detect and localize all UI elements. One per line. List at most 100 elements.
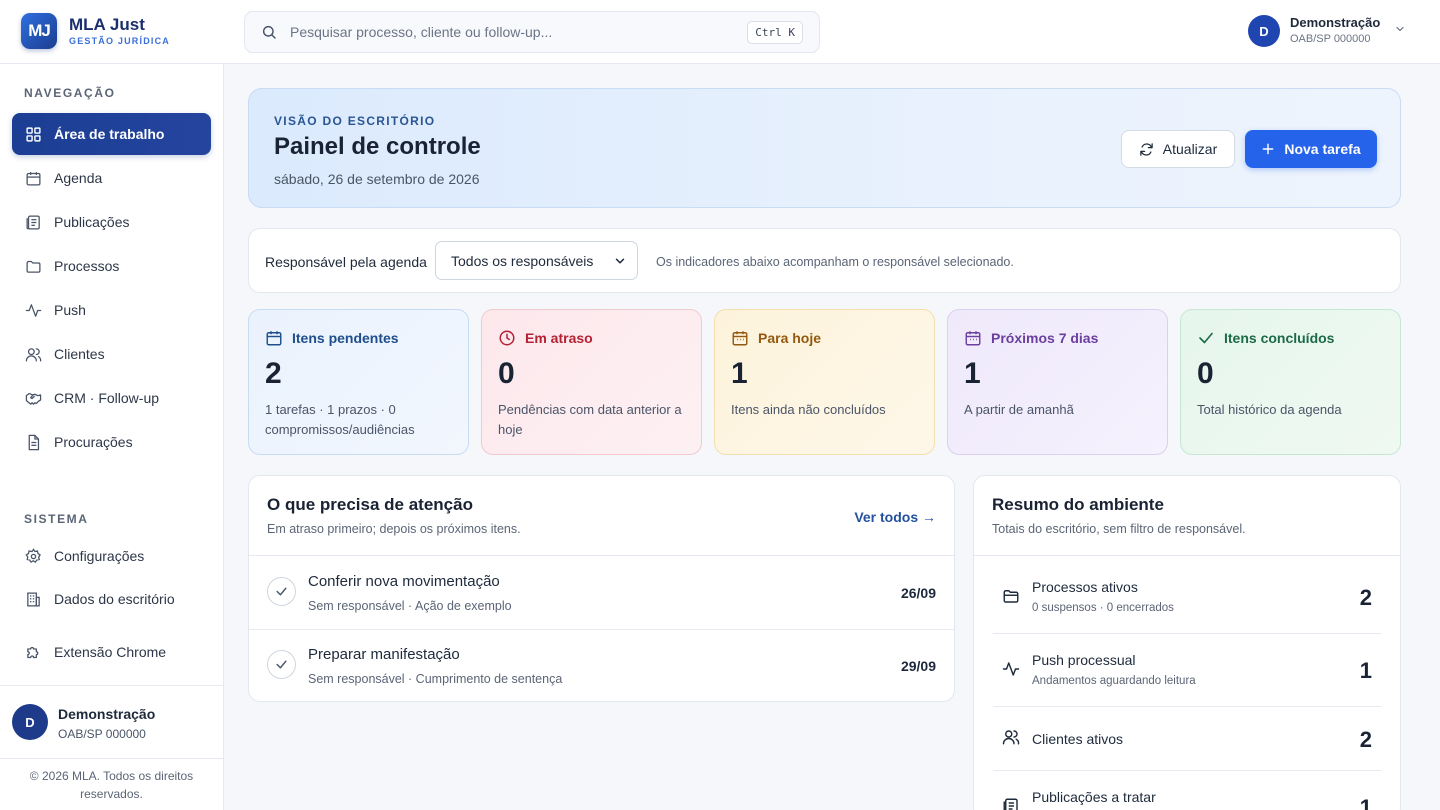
stat-title: Em atraso xyxy=(525,330,593,346)
sidebar-item-clientes[interactable]: Clientes xyxy=(12,333,211,375)
environment-row-value: 1 xyxy=(1359,795,1372,810)
stat-value: 0 xyxy=(498,357,515,390)
sidebar-item-dados-escritorio[interactable]: Dados do escritório xyxy=(12,578,211,620)
stat-card-pending[interactable]: Itens pendentes 2 1 tarefas · 1 prazos ·… xyxy=(248,309,469,455)
sidebar-item-label: Agenda xyxy=(54,170,103,186)
sidebar-item-label: Área de trabalho xyxy=(54,126,165,142)
avatar: D xyxy=(12,704,48,740)
search-icon xyxy=(261,23,279,41)
document-icon xyxy=(24,433,42,451)
responsible-filter: Responsável pela agenda Todos os respons… xyxy=(248,228,1401,293)
responsible-select[interactable]: Todos os responsáveis xyxy=(435,241,638,280)
dashboard-header: VISÃO DO ESCRITÓRIO Painel de controle s… xyxy=(248,88,1401,208)
puzzle-icon xyxy=(24,643,42,661)
environment-row-title: Push processual xyxy=(1032,652,1136,668)
sidebar-item-label: Push xyxy=(54,302,86,318)
environment-row-value: 1 xyxy=(1359,658,1372,683)
chevron-down-icon xyxy=(613,254,627,271)
stat-card-next-7-days[interactable]: Próximos 7 dias 1 A partir de amanhã xyxy=(947,309,1168,455)
calendar-icon xyxy=(965,331,981,346)
environment-row-title: Clientes ativos xyxy=(1032,731,1124,747)
sidebar-item-configuracoes[interactable]: Configurações xyxy=(12,535,211,577)
task-date: 29/09 xyxy=(900,658,936,674)
task-date: 26/09 xyxy=(900,585,936,601)
environment-summary-panel: Resumo do ambiente Totais do escritório,… xyxy=(973,475,1401,810)
attention-subtitle: Em atraso primeiro; depois os próximos i… xyxy=(267,522,521,536)
sidebar: NAVEGAÇÃO Área de trabalho Agenda Public… xyxy=(0,64,224,810)
grid-icon xyxy=(24,125,42,143)
activity-icon xyxy=(24,301,42,319)
refresh-label: Atualizar xyxy=(1162,141,1218,157)
sidebar-item-publicacoes[interactable]: Publicações xyxy=(12,201,211,243)
stat-card-overdue[interactable]: Em atraso 0 Pendências com data anterior… xyxy=(481,309,702,455)
environment-row-sub: Andamentos aguardando leitura xyxy=(1032,675,1196,687)
calendar-icon xyxy=(266,331,282,346)
task-title: Preparar manifestação xyxy=(308,646,460,663)
stat-title: Itens concluídos xyxy=(1224,330,1335,346)
environment-subtitle: Totais do escritório, sem filtro de resp… xyxy=(992,522,1246,536)
users-icon xyxy=(1002,730,1020,745)
stat-title: Próximos 7 dias xyxy=(991,330,1099,346)
brand[interactable]: MJ MLA Just GESTÃO JURÍDICA xyxy=(21,13,170,49)
sidebar-user-name: Demonstração xyxy=(58,706,156,722)
new-task-button[interactable]: Nova tarefa xyxy=(1245,130,1377,168)
sidebar-item-push[interactable]: Push xyxy=(12,289,211,331)
page-title: Painel de controle xyxy=(274,133,481,160)
sidebar-item-crm[interactable]: CRM · Follow-up xyxy=(12,377,211,419)
check-icon xyxy=(276,660,287,669)
brand-subtitle: GESTÃO JURÍDICA xyxy=(69,35,171,46)
environment-row-publicacoes[interactable]: Publicações a tratar 1 xyxy=(993,771,1381,810)
calendar-icon xyxy=(24,169,42,187)
sidebar-user[interactable]: D Demonstração OAB/SP 000000 xyxy=(0,685,223,759)
system-section-label: SISTEMA xyxy=(24,512,89,526)
stat-title: Para hoje xyxy=(758,330,822,346)
environment-title: Resumo do ambiente xyxy=(992,495,1164,514)
gear-icon xyxy=(24,547,42,565)
stat-title: Itens pendentes xyxy=(292,330,399,346)
complete-task-button[interactable] xyxy=(267,577,296,606)
folder-icon xyxy=(24,257,42,275)
stat-value: 0 xyxy=(1197,357,1214,390)
environment-row-value: 2 xyxy=(1359,585,1372,610)
stat-card-today[interactable]: Para hoje 1 Itens ainda não concluídos xyxy=(714,309,935,455)
sidebar-item-workspace[interactable]: Área de trabalho xyxy=(12,113,211,155)
stat-value: 1 xyxy=(731,357,748,390)
environment-row-push[interactable]: Push processual Andamentos aguardando le… xyxy=(993,634,1381,707)
task-meta: Sem responsável · Cumprimento de sentenç… xyxy=(308,672,563,686)
search-shortcut: Ctrl K xyxy=(747,21,803,44)
brand-logo: MJ xyxy=(21,13,57,49)
user-menu[interactable]: D Demonstração OAB/SP 000000 xyxy=(1248,15,1406,47)
stat-card-completed[interactable]: Itens concluídos 0 Total histórico da ag… xyxy=(1180,309,1401,455)
sidebar-item-extensao-chrome[interactable]: Extensão Chrome xyxy=(12,631,211,673)
complete-task-button[interactable] xyxy=(267,650,296,679)
chevron-down-icon xyxy=(1394,22,1406,40)
check-icon xyxy=(276,587,287,596)
environment-row-title: Processos ativos xyxy=(1032,579,1138,595)
environment-row-clientes[interactable]: Clientes ativos 2 xyxy=(993,707,1381,771)
sidebar-item-procuracoes[interactable]: Procurações xyxy=(12,421,211,463)
environment-row-processos[interactable]: Processos ativos 0 suspensos · 0 encerra… xyxy=(993,561,1381,634)
sidebar-item-label: Configurações xyxy=(54,548,145,564)
nav-section-label: NAVEGAÇÃO xyxy=(24,86,116,100)
sidebar-item-processos[interactable]: Processos xyxy=(12,245,211,287)
search-input[interactable] xyxy=(290,24,730,40)
stat-desc: Total histórico da agenda xyxy=(1197,402,1342,417)
attention-panel: O que precisa de atenção Em atraso prime… xyxy=(248,475,955,702)
sidebar-item-agenda[interactable]: Agenda xyxy=(12,157,211,199)
sidebar-item-label: Dados do escritório xyxy=(54,591,175,607)
environment-row-title: Publicações a tratar xyxy=(1032,789,1156,805)
task-title: Conferir nova movimentação xyxy=(308,573,500,590)
folder-icon xyxy=(1003,590,1019,603)
task-row[interactable]: Conferir nova movimentação Sem responsáv… xyxy=(249,556,954,629)
activity-icon xyxy=(1002,662,1020,676)
stat-desc: Pendências com data anterior a hoje xyxy=(498,402,682,437)
sidebar-item-label: Publicações xyxy=(54,214,130,230)
environment-row-value: 2 xyxy=(1359,727,1372,752)
filter-label: Responsável pela agenda xyxy=(265,254,427,270)
search-bar[interactable]: Ctrl K xyxy=(244,11,820,53)
refresh-button[interactable]: Atualizar xyxy=(1121,130,1235,168)
see-all-link[interactable]: Ver todos → xyxy=(854,509,936,525)
stat-value: 2 xyxy=(265,357,282,390)
building-icon xyxy=(24,590,42,608)
task-row[interactable]: Preparar manifestação Sem responsável · … xyxy=(249,629,954,702)
